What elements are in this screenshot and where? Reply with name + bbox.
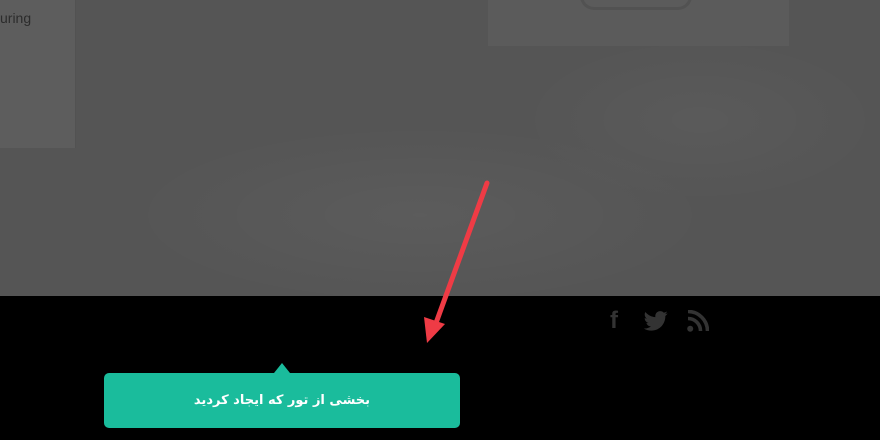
rss-link[interactable] xyxy=(684,308,712,334)
tour-tooltip-caret xyxy=(274,363,290,373)
card-left-text: uring xyxy=(0,10,32,26)
twitter-icon xyxy=(644,311,668,331)
social-links: f xyxy=(600,308,726,334)
rss-icon xyxy=(687,310,709,332)
tour-tooltip[interactable]: بخشی از تور که ایجاد کردید xyxy=(104,373,460,428)
content-card-left: uring xyxy=(0,0,76,148)
facebook-icon: f xyxy=(610,307,618,334)
screen: uring f بخشی از تور که ایجاد کردید xyxy=(0,0,880,440)
twitter-link[interactable] xyxy=(642,308,670,334)
card-right-decoration xyxy=(580,0,692,10)
tour-tooltip-text: بخشی از تور که ایجاد کردید xyxy=(193,393,371,408)
content-card-right xyxy=(488,0,789,46)
facebook-link[interactable]: f xyxy=(600,308,628,334)
dimmed-page-content: uring xyxy=(0,0,880,296)
